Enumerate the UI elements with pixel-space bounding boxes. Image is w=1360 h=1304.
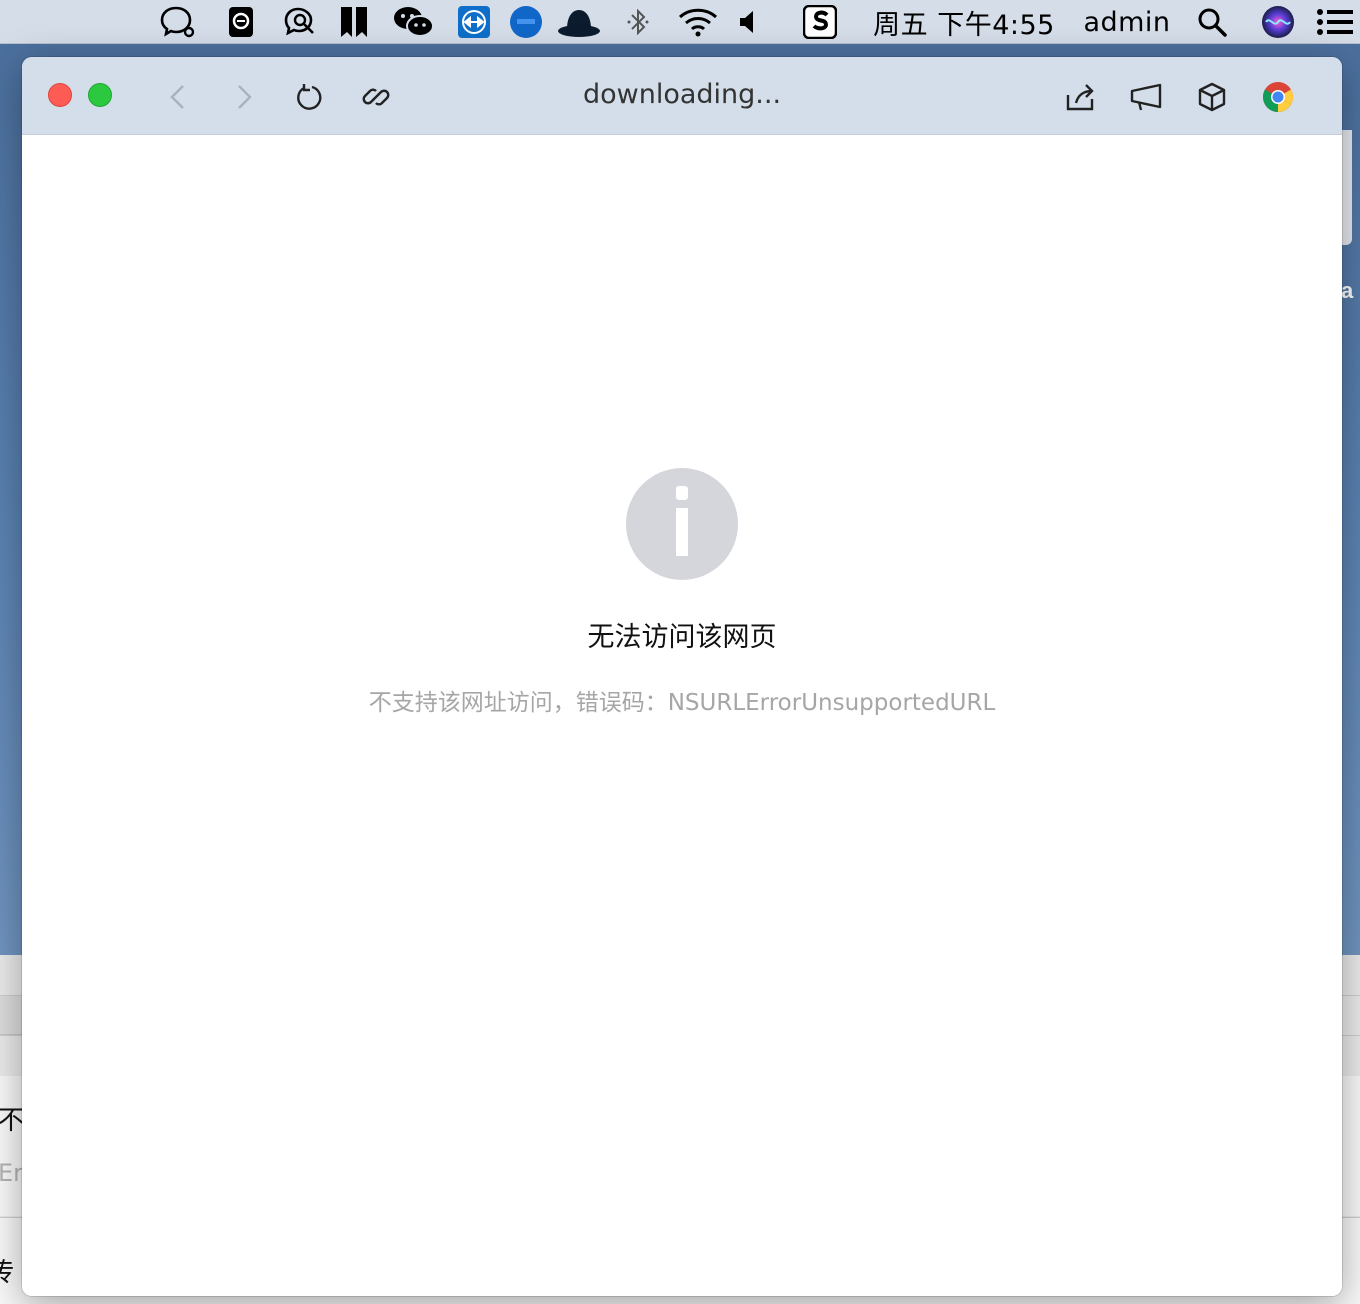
reload-icon: [297, 84, 322, 110]
title-bar: downloading...: [22, 57, 1342, 135]
back-button[interactable]: [158, 77, 198, 117]
background-text: 不: [0, 1106, 25, 1136]
error-title: 无法访问该网页: [587, 622, 777, 653]
s-app-icon[interactable]: [802, 0, 838, 44]
chrome-icon: [1262, 82, 1294, 113]
siri-icon[interactable]: [1258, 0, 1298, 44]
reload-button[interactable]: [290, 77, 330, 117]
user-name[interactable]: admin: [1082, 0, 1172, 44]
browser-window: downloading... 无法访问该网页 不支持该网址访问，错误码：NSUR…: [22, 57, 1342, 1296]
forward-button[interactable]: [224, 77, 264, 117]
window-title: downloading...: [582, 79, 782, 110]
zoom-button[interactable]: [88, 83, 112, 107]
share-icon: [1066, 84, 1094, 111]
background-toolbar: [0, 995, 22, 1035]
back-icon: [170, 85, 184, 109]
background-text: a: [1341, 278, 1354, 303]
menu-bar: 周五 下午4:55 admin: [0, 0, 1360, 44]
clock[interactable]: 周五 下午4:55: [870, 0, 1058, 44]
error-message: 不支持该网址访问，错误码：NSURLErrorUnsupportedURL: [368, 690, 996, 716]
background-text: 传: [0, 1258, 15, 1288]
volume-icon[interactable]: [736, 0, 760, 44]
page-content: 无法访问该网页 不支持该网址访问，错误码：NSURLErrorUnsupport…: [22, 135, 1342, 1296]
cube-button[interactable]: [1192, 77, 1232, 117]
bluetooth-icon[interactable]: [624, 0, 652, 44]
close-button[interactable]: [48, 83, 72, 107]
open-in-chrome-button[interactable]: [1258, 77, 1298, 117]
wifi-icon[interactable]: [676, 0, 720, 44]
share-button[interactable]: [1060, 77, 1100, 117]
link-icon: [362, 88, 390, 106]
announce-button[interactable]: [1126, 77, 1166, 117]
cube-icon: [1198, 82, 1226, 112]
forward-icon: [238, 85, 252, 109]
wechat-icon[interactable]: [392, 0, 436, 44]
chat-bubble-icon[interactable]: [156, 0, 200, 44]
copy-link-button[interactable]: [356, 77, 396, 117]
search-bubble-icon[interactable]: [280, 0, 320, 44]
e-app-icon[interactable]: [226, 0, 256, 44]
bookmark-app-icon[interactable]: [338, 0, 370, 44]
spotlight-icon[interactable]: [1194, 0, 1230, 44]
info-icon: [626, 468, 738, 580]
blue-circle-app-icon[interactable]: [508, 0, 544, 44]
hat-icon[interactable]: [556, 0, 602, 44]
control-list-icon[interactable]: [1314, 0, 1356, 44]
background-text: Er: [0, 1159, 24, 1187]
announce-icon: [1130, 83, 1162, 111]
teamviewer-icon[interactable]: [456, 0, 492, 44]
